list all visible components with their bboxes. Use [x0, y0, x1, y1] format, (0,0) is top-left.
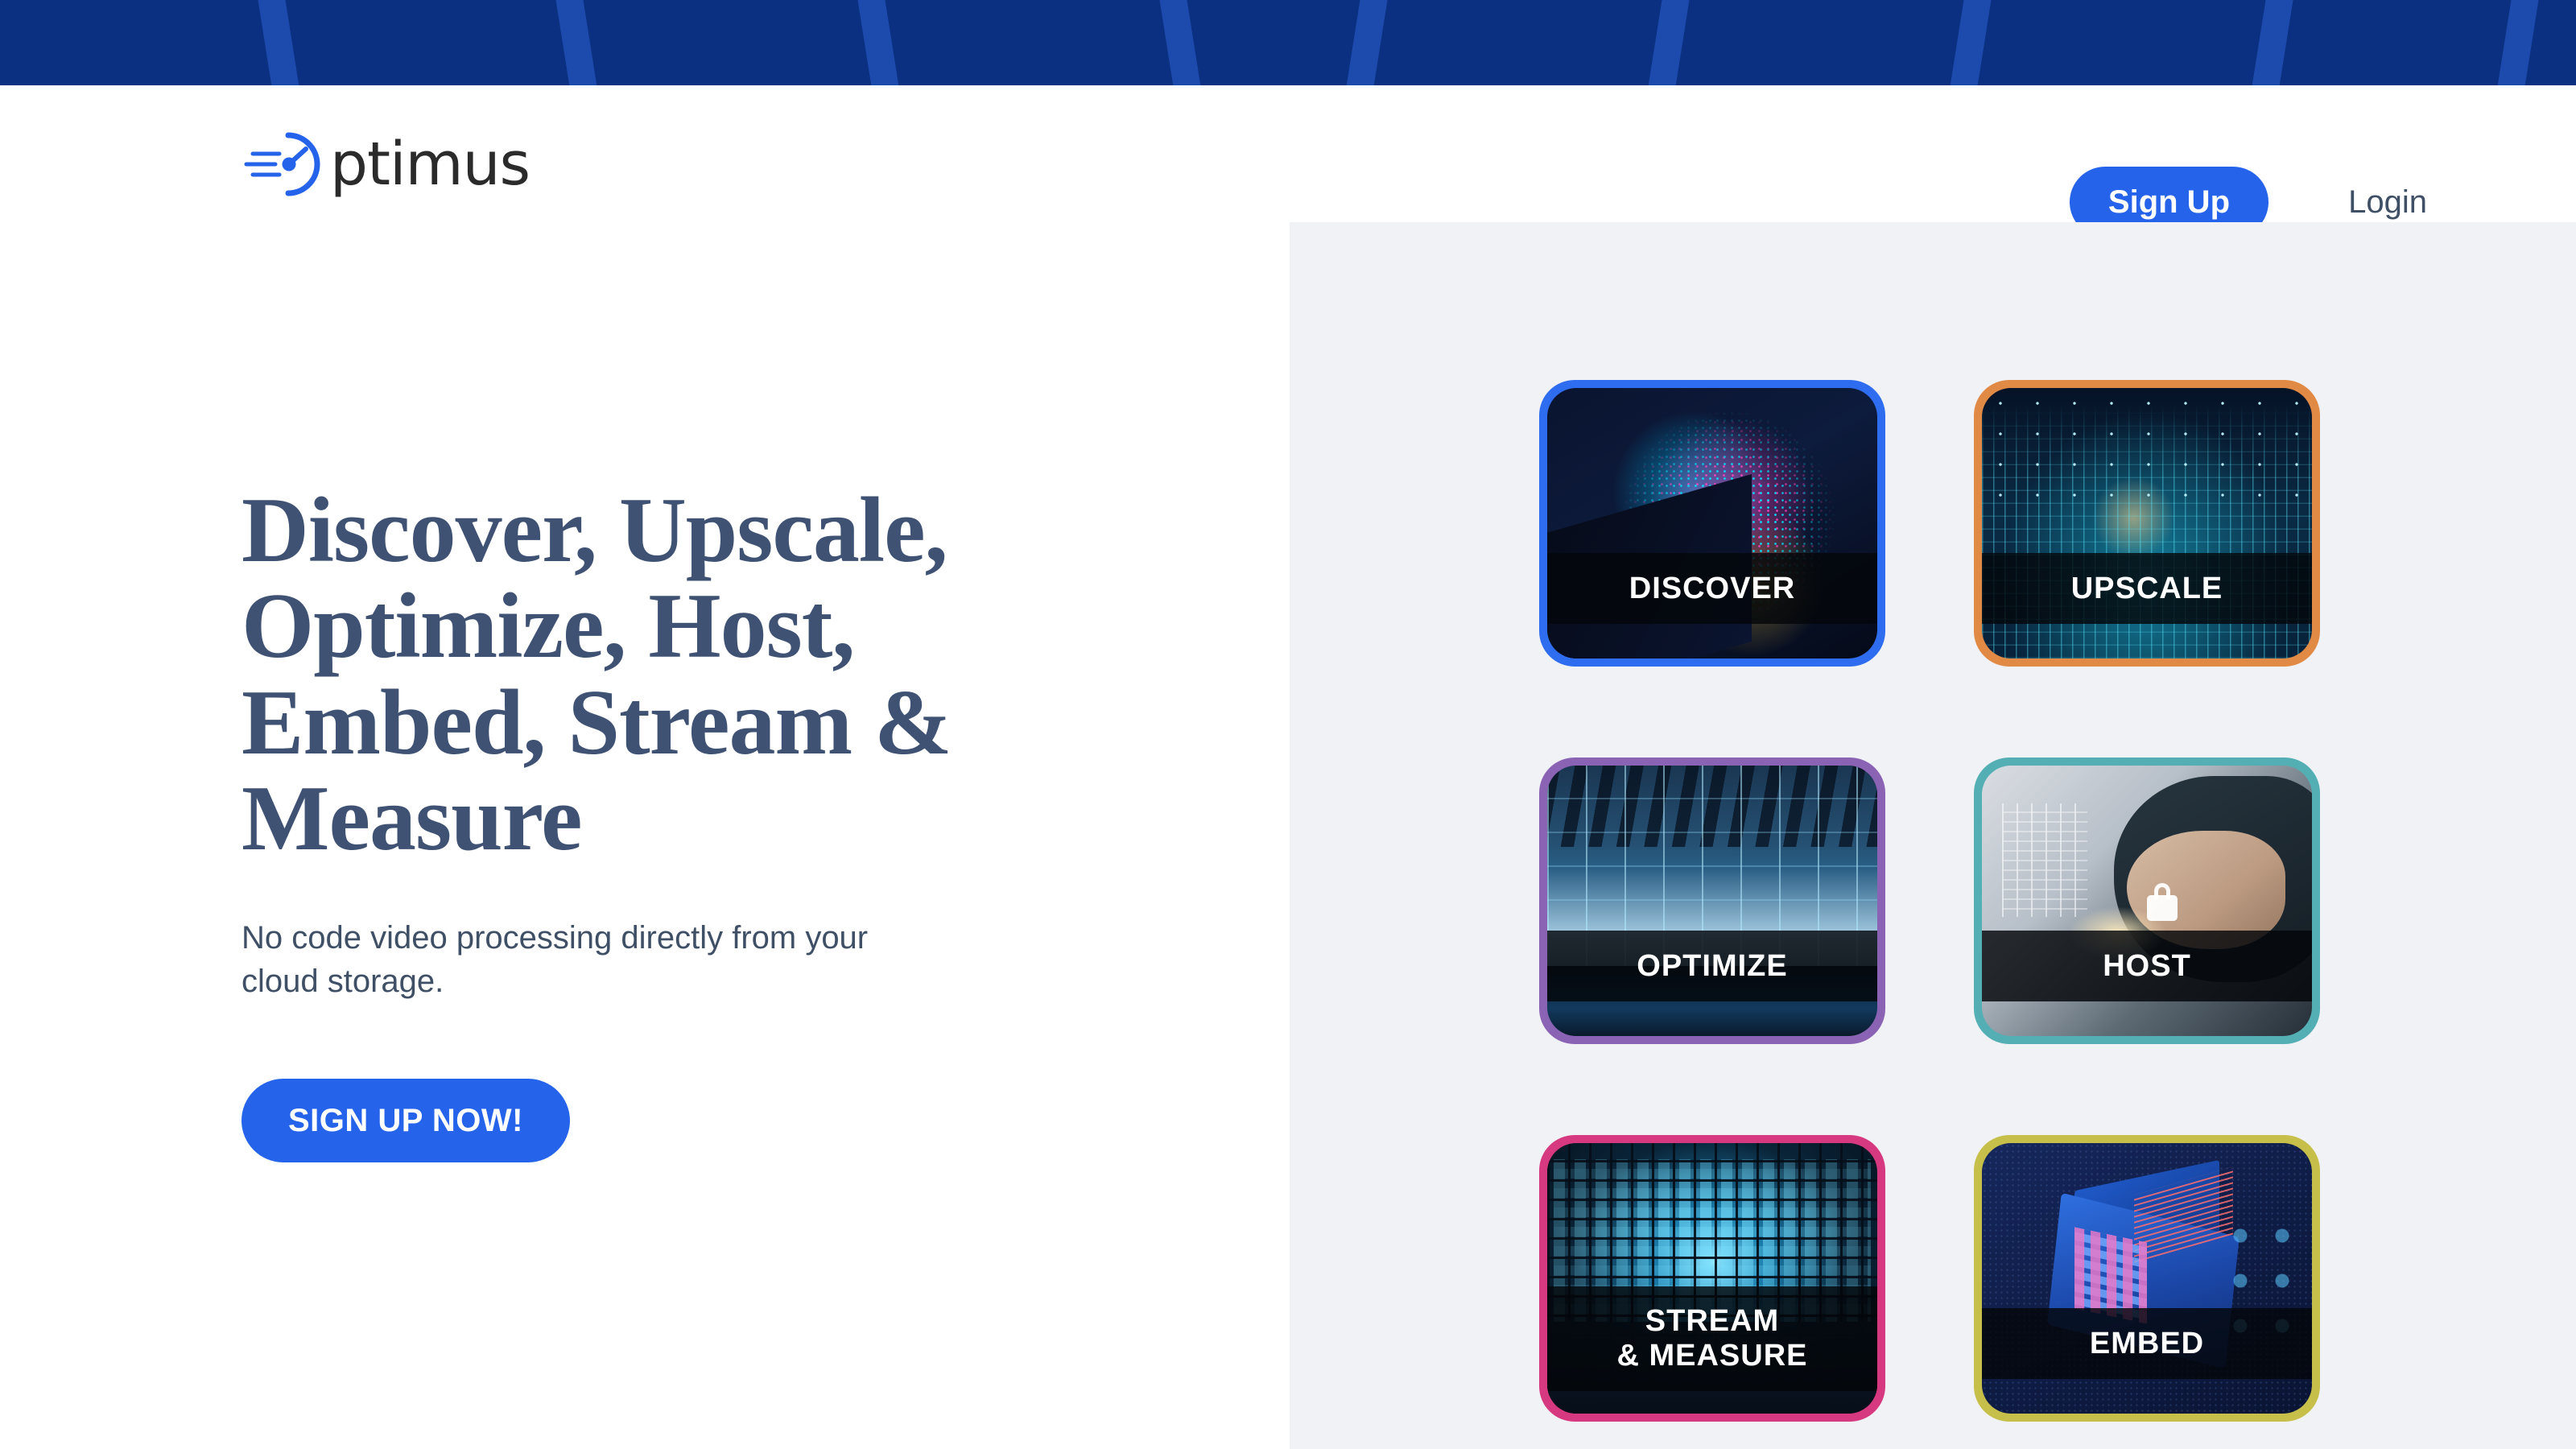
feature-tile-label: DISCOVER [1547, 553, 1877, 624]
sign-up-now-button[interactable]: SIGN UP NOW! [242, 1078, 570, 1162]
banner-stripe [852, 0, 906, 85]
feature-tile[interactable]: STREAM & MEASURE [1539, 1135, 1885, 1422]
feature-tile[interactable]: UPSCALE [1974, 380, 2320, 667]
feature-tile-image: EMBED [1982, 1143, 2312, 1414]
login-link[interactable]: Login [2348, 186, 2427, 218]
brand-wordmark: ptimus [330, 130, 530, 199]
artwork-layer-stars [1982, 388, 2312, 510]
banner-stripe [1340, 0, 1393, 85]
site-header: ptimus Sign Up Login [0, 85, 2576, 237]
brand-logo[interactable]: ptimus [242, 127, 530, 201]
feature-tile-image: OPTIMIZE [1547, 766, 1877, 1036]
feature-tile[interactable]: HOST [1974, 758, 2320, 1044]
feature-tiles-grid: DISCOVER UPSCALE OPTIMIZE HOST STREAM & MEASU… [1539, 380, 2320, 1422]
banner-stripe [551, 0, 604, 85]
feature-tiles-panel: DISCOVER UPSCALE OPTIMIZE HOST STREAM & MEASU… [1290, 222, 2576, 1449]
feature-tile-image: HOST [1982, 766, 2312, 1036]
speedometer-icon [244, 132, 320, 196]
feature-tile-label: UPSCALE [1982, 553, 2312, 624]
top-decorative-banner [0, 0, 2576, 85]
feature-tile-image: STREAM & MEASURE [1547, 1143, 1877, 1414]
feature-tile-image: DISCOVER [1547, 388, 1877, 658]
feature-tile[interactable]: DISCOVER [1539, 380, 1885, 667]
feature-tile-label: EMBED [1982, 1308, 2312, 1379]
banner-stripe [1943, 0, 1996, 85]
banner-stripe [2491, 0, 2544, 85]
page-title: Discover, Upscale, Optimize, Host, Embed… [242, 479, 952, 871]
artwork-layer-lock [2147, 883, 2178, 922]
banner-stripe [253, 0, 306, 85]
banner-stripe [1641, 0, 1695, 85]
banner-stripe [1154, 0, 1208, 85]
artwork-layer-ui [2001, 803, 2088, 918]
feature-tile-image: UPSCALE [1982, 388, 2312, 658]
feature-tile-label: OPTIMIZE [1547, 931, 1877, 1001]
hero-section: Discover, Upscale, Optimize, Host, Embed… [242, 479, 1095, 1162]
banner-stripe [2245, 0, 2298, 85]
hero-subtitle: No code video processing directly from y… [242, 919, 869, 999]
feature-tile-label: STREAM & MEASURE [1547, 1286, 1877, 1391]
feature-tile-label: HOST [1982, 931, 2312, 1001]
feature-tile[interactable]: EMBED [1974, 1135, 2320, 1422]
feature-tile[interactable]: OPTIMIZE [1539, 758, 1885, 1044]
